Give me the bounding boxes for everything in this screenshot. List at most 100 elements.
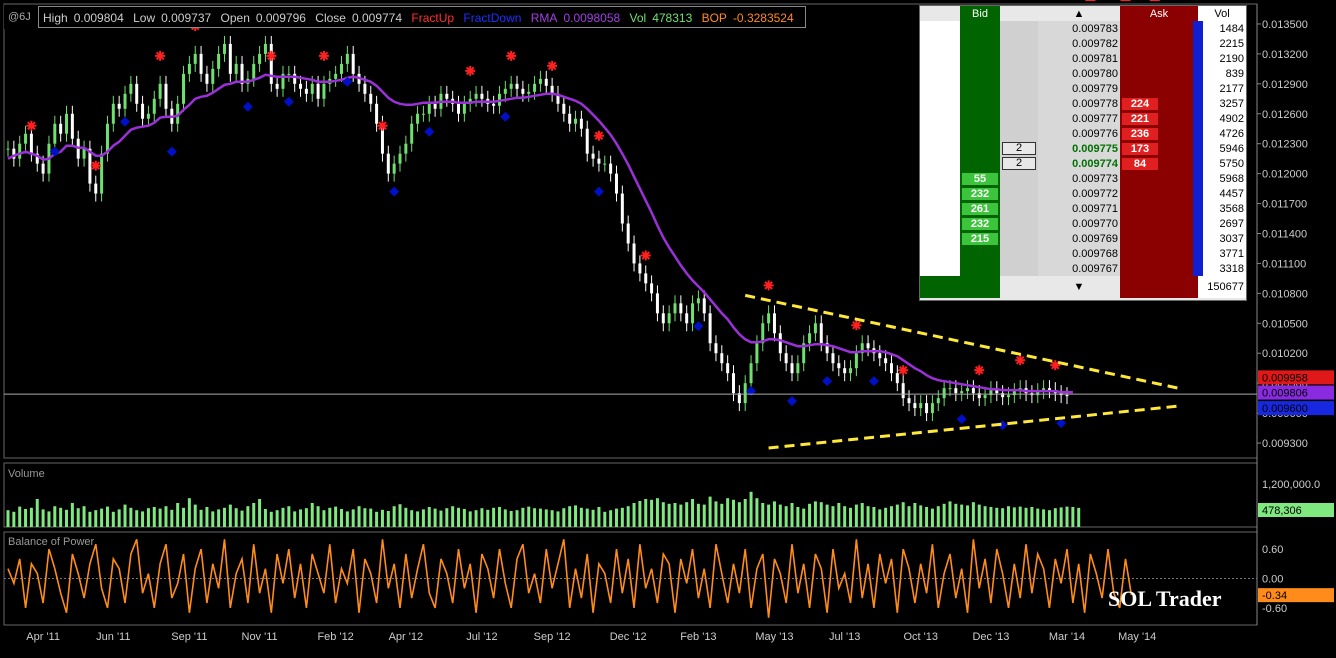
my-order-count[interactable]: 2 [1002, 142, 1036, 155]
volume-bar [334, 506, 338, 527]
dom-row[interactable]: 232 0.009770 2697 [920, 216, 1246, 231]
volume-bar [720, 503, 724, 527]
ask-size[interactable]: 173 [1122, 142, 1158, 155]
price-axis-tick: 0.012000 [1262, 169, 1308, 181]
dom-ask-pad [1160, 81, 1198, 96]
ask-size[interactable]: 224 [1122, 97, 1158, 110]
dom-row[interactable]: 0.009776 236 4726 [920, 126, 1246, 141]
dom-price[interactable]: 0.009772 [1072, 188, 1118, 200]
dom-ask-cell [1120, 81, 1160, 96]
dom-row[interactable]: 0.009780 839 [920, 66, 1246, 81]
dom-price[interactable]: 0.009770 [1072, 218, 1118, 230]
dom-price[interactable]: 0.009768 [1072, 248, 1118, 260]
volume-pane [3, 462, 1258, 528]
candle-body [661, 313, 665, 324]
dom-row[interactable]: 215 0.009769 3037 [920, 231, 1246, 246]
dom-row[interactable]: 0.009768 3771 [920, 246, 1246, 261]
dom-price[interactable]: 0.009782 [1072, 38, 1118, 50]
dom-ask-pad [1160, 246, 1198, 261]
volume-bar [591, 509, 595, 527]
dom-blank [920, 156, 960, 171]
dom-volume: 839 [1225, 67, 1244, 80]
dom-row[interactable]: 2 0.009775 173 5946 [920, 141, 1246, 156]
candle-body [427, 103, 431, 114]
ask-size[interactable]: 221 [1122, 112, 1158, 125]
volume-bar [88, 511, 92, 527]
bid-size[interactable]: 55 [962, 172, 998, 185]
volume-bar [1042, 509, 1046, 527]
candle-body [53, 123, 57, 144]
bid-size[interactable]: 232 [962, 187, 998, 200]
dom-price[interactable]: 0.009780 [1072, 68, 1118, 80]
dom-price[interactable]: 0.009775 [1072, 143, 1118, 155]
volume-bar [152, 507, 156, 527]
low-value: 0.009737 [161, 11, 212, 25]
bid-header: Bid [960, 6, 1000, 21]
volume-bar [468, 511, 472, 527]
dom-row[interactable]: 0.009778 224 3257 [920, 96, 1246, 111]
candle-body [182, 73, 186, 104]
dom-price[interactable]: 0.009769 [1072, 233, 1118, 245]
dom-blank [920, 51, 960, 66]
fractal-up-marker [547, 60, 558, 71]
dom-price[interactable]: 0.009773 [1072, 173, 1118, 185]
volume-bar [492, 507, 496, 527]
candle-body [158, 83, 162, 99]
price-marker-label: 0.009600 [1262, 403, 1308, 415]
volume-bar [696, 503, 700, 527]
volume-bar [1065, 506, 1069, 527]
dom-row[interactable]: 0.009777 221 4902 [920, 111, 1246, 126]
dom-price[interactable]: 0.009771 [1072, 203, 1118, 215]
dom-blank [920, 21, 960, 36]
dom-price[interactable]: 0.009776 [1072, 128, 1118, 140]
volume-bar [416, 511, 420, 527]
dom-row[interactable]: 0.009767 3318 [920, 261, 1246, 276]
dom-price[interactable]: 0.009779 [1072, 83, 1118, 95]
ask-size[interactable]: 84 [1122, 157, 1158, 170]
candle-body [737, 393, 741, 404]
volume-bar [854, 504, 858, 527]
dom-price-cell: 0.009778 [1038, 96, 1120, 111]
dom-price[interactable]: 0.009767 [1072, 263, 1118, 275]
dom-price[interactable]: 0.009783 [1072, 23, 1118, 35]
dom-price[interactable]: 0.009774 [1072, 158, 1118, 170]
bid-size[interactable]: 232 [962, 217, 998, 230]
dom-bid-cell: 261 [960, 201, 1000, 216]
dom-ask-pad [1160, 171, 1198, 186]
dom-row[interactable]: 0.009783 1484 [920, 21, 1246, 36]
dom-blank [920, 231, 960, 246]
volume-bar [889, 506, 893, 527]
price-axis-tick: 0.013500 [1262, 19, 1308, 31]
depth-of-market-panel[interactable]: Bid ▲ Ask Vol 0.009783 1484 0.009782 2215 0.… [919, 5, 1247, 301]
volume-bar [702, 504, 706, 527]
candle-body [849, 368, 853, 374]
candle-body [831, 353, 835, 364]
ask-size[interactable]: 236 [1122, 127, 1158, 140]
dom-row[interactable]: 0.009781 2190 [920, 51, 1246, 66]
dom-row[interactable]: 232 0.009772 4457 [920, 186, 1246, 201]
volume-bar [966, 505, 970, 527]
dom-price-cell: 0.009776 [1038, 126, 1120, 141]
dom-row[interactable]: 2 0.009774 84 5750 [920, 156, 1246, 171]
dom-price[interactable]: 0.009781 [1072, 53, 1118, 65]
bid-size[interactable]: 215 [962, 232, 998, 245]
candle-body [696, 298, 700, 304]
my-order-count[interactable]: 2 [1002, 157, 1036, 170]
scroll-up-arrow[interactable]: ▲ [1038, 6, 1120, 21]
bid-size[interactable]: 261 [962, 202, 998, 215]
scroll-down-arrow[interactable]: ▼ [1038, 276, 1120, 298]
dom-ask-cell: 173 [1120, 141, 1160, 156]
dom-row[interactable]: 0.009779 2177 [920, 81, 1246, 96]
candle-body [375, 103, 379, 124]
dom-blank [920, 216, 960, 231]
fractal-down-marker [868, 376, 879, 387]
dom-price[interactable]: 0.009777 [1072, 113, 1118, 125]
dom-row[interactable]: 0.009782 2215 [920, 36, 1246, 51]
volume-bar [439, 510, 443, 527]
dom-price[interactable]: 0.009778 [1072, 98, 1118, 110]
dom-row[interactable]: 261 0.009771 3568 [920, 201, 1246, 216]
volume-bar [392, 506, 396, 527]
volume-bar [111, 511, 115, 527]
dom-row[interactable]: 55 0.009773 5968 [920, 171, 1246, 186]
dom-volume: 3771 [1219, 247, 1244, 260]
